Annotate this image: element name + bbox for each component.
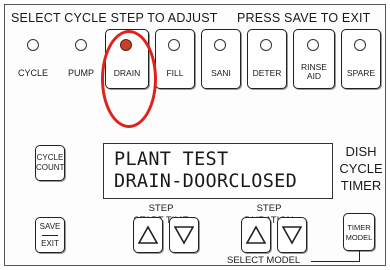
timer-model-label-line1: TIMER [347,223,371,232]
exit-label: EXIT [41,239,59,248]
duration-up-button[interactable] [241,217,271,253]
select-model-label: SELECT MODEL [227,255,301,266]
spare-led [354,39,366,51]
pump-label: PUMP [67,68,94,78]
cycle-led [27,39,39,51]
timer-model-button[interactable]: TIMER MODEL [343,213,375,251]
triangle-down-icon [174,226,194,245]
device-name: DISH CYCLE TIMER [337,143,385,194]
step-selector-spare[interactable]: SPARE [341,29,381,89]
select-model-leader-horizontal [311,261,360,263]
device-name-line3: TIMER [340,178,382,193]
timer-model-label-line2: MODEL [345,233,373,242]
select-cycle-step-heading: SELECT CYCLE STEP TO ADJUST [11,11,218,25]
cycle-label: CYCLE [17,68,48,78]
drain-highlight-circle [101,30,157,128]
spare-label: SPARE [346,68,376,78]
step-selector-sani[interactable]: SANI [201,29,241,89]
save-exit-divider [42,235,58,236]
step-selector-rinse-aid[interactable]: RINSE AID [293,29,335,89]
select-model-leader-vertical [359,250,361,262]
duration-down-button[interactable] [277,217,307,253]
step-selector-fill[interactable]: FILL [155,29,195,89]
device-name-line1: DISH [345,144,377,159]
device-name-line2: CYCLE [339,161,383,176]
save-label: SAVE [39,222,61,231]
start-time-up-button[interactable] [133,217,163,253]
triangle-down-icon [282,226,302,245]
deter-label: DETER [252,68,282,78]
lcd-display: PLANT TEST DRAIN-DOORCLOSED [103,143,333,199]
cycle-count-label-line1: CYCLE [36,153,64,162]
triangle-up-icon [138,225,158,244]
rinse-aid-label-line2: AID [306,71,322,81]
deter-led [260,39,272,51]
pump-led [75,39,87,51]
save-exit-button[interactable]: SAVE EXIT [35,217,65,253]
dish-cycle-timer-panel: SELECT CYCLE STEP TO ADJUST PRESS SAVE T… [4,4,386,266]
cycle-count-button[interactable]: CYCLE COUNT [35,145,65,181]
lcd-line-2: DRAIN-DOORCLOSED [114,171,298,192]
sani-led [214,39,226,51]
step-selector-deter[interactable]: DETER [247,29,287,89]
fill-led [168,39,180,51]
fill-label: FILL [166,68,184,78]
cycle-count-label-line2: COUNT [36,163,65,172]
triangle-up-icon [246,225,266,244]
press-save-heading: PRESS SAVE TO EXIT [237,11,371,25]
start-time-down-button[interactable] [169,217,199,253]
rinse-aid-led [307,39,319,51]
sani-label: SANI [211,68,231,78]
lcd-line-1: PLANT TEST [114,149,229,170]
